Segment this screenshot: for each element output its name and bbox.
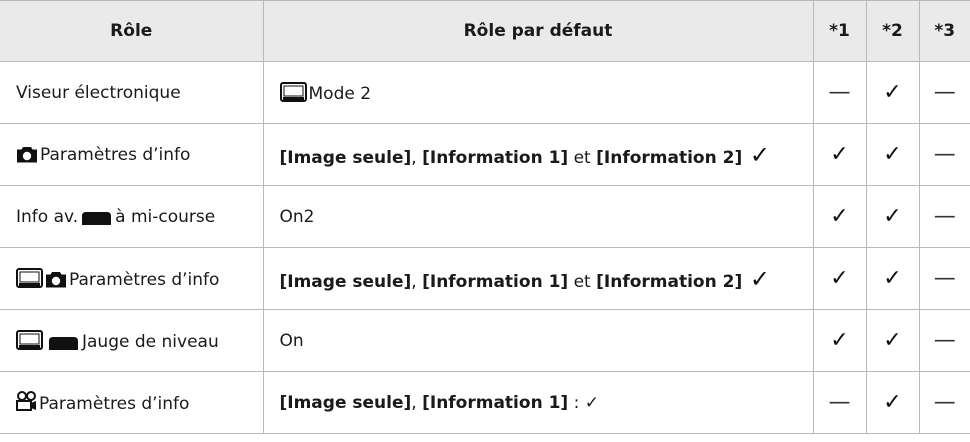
evf-monitor-icon: [280, 82, 307, 102]
option-information-1: [Information 1]: [422, 147, 569, 168]
camera-icon: [45, 271, 67, 288]
separator-check: : ✓: [568, 392, 599, 413]
role-label: Jauge de niveau: [82, 331, 219, 352]
option-image-seule: [Image seule]: [279, 147, 412, 168]
check-mark: ✓: [742, 140, 770, 169]
col3-mark: —: [918, 371, 970, 434]
col2-mark: ✓: [865, 247, 919, 310]
col3-mark: —: [918, 185, 970, 248]
option-information-2: [Information 2]: [596, 271, 743, 292]
col2-mark: ✓: [865, 61, 919, 124]
option-information-2: [Information 2]: [596, 147, 743, 168]
table-row: Paramètres d’info [Image seule], [Inform…: [0, 123, 970, 186]
role-cell: Paramètres d’info: [0, 123, 263, 186]
col1-mark: ✓: [812, 123, 866, 186]
col3-mark: —: [918, 247, 970, 310]
evf-monitor-icon: [16, 330, 43, 350]
option-information-1: [Information 1]: [422, 271, 569, 292]
col1-mark: —: [812, 371, 866, 434]
role-label: Paramètres d’info: [39, 394, 190, 414]
shutter-button-icon: [49, 337, 78, 350]
default-value: On2: [279, 206, 315, 227]
header-col-3: *3: [918, 0, 970, 62]
default-cell: On: [262, 309, 813, 372]
separator: ,: [411, 271, 423, 292]
default-cell: [Image seule], [Information 1] et [Infor…: [262, 247, 813, 310]
col2-mark: ✓: [865, 371, 919, 434]
header-col-2: *2: [865, 0, 919, 62]
col2-mark: ✓: [865, 309, 919, 372]
header-role: Rôle: [0, 0, 263, 62]
separator: ,: [411, 392, 423, 413]
role-label: Viseur électronique: [16, 82, 181, 103]
col1-mark: ✓: [812, 247, 866, 310]
roles-table: Rôle Rôle par défaut *1 *2 *3 Viseur éle…: [0, 0, 970, 434]
col3-mark: —: [918, 123, 970, 186]
col3-mark: —: [918, 61, 970, 124]
role-cell: Info av. à mi-course: [0, 185, 263, 248]
default-cell: On2: [262, 185, 813, 248]
option-image-seule: [Image seule]: [279, 392, 412, 413]
option-image-seule: [Image seule]: [279, 271, 412, 292]
table-row: Info av. à mi-course On2 ✓ ✓ —: [0, 185, 970, 248]
shutter-button-icon: [82, 212, 111, 225]
separator: ,: [411, 147, 423, 168]
col2-mark: ✓: [865, 123, 919, 186]
separator: et: [568, 271, 597, 292]
header-default-role: Rôle par défaut: [262, 0, 813, 62]
col1-mark: ✓: [812, 185, 866, 248]
table-header-row: Rôle Rôle par défaut *1 *2 *3: [0, 0, 970, 62]
col2-mark: ✓: [865, 185, 919, 248]
default-cell: [Image seule], [Information 1] et [Infor…: [262, 123, 813, 186]
default-cell: Mode 2: [262, 61, 813, 124]
default-cell: [Image seule], [Information 1] : ✓: [262, 371, 813, 434]
table-row: Paramètres d’info [Image seule], [Inform…: [0, 247, 970, 310]
role-cell: Jauge de niveau: [0, 309, 263, 372]
table-row: Paramètres d’info [Image seule], [Inform…: [0, 371, 970, 434]
role-cell: Paramètres d’info: [0, 371, 263, 434]
role-label: Paramètres d’info: [69, 269, 220, 290]
separator: et: [568, 147, 597, 168]
role-cell: Viseur électronique: [0, 61, 263, 124]
role-label: à mi-course: [115, 206, 216, 227]
evf-monitor-icon: [16, 268, 43, 288]
col3-mark: —: [918, 309, 970, 372]
role-label: Paramètres d’info: [40, 144, 191, 165]
header-col-1: *1: [812, 0, 866, 62]
movie-camera-icon: [16, 391, 37, 412]
option-information-1: [Information 1]: [422, 392, 569, 413]
col1-mark: ✓: [812, 309, 866, 372]
camera-icon: [16, 146, 38, 163]
table-row: Jauge de niveau On ✓ ✓ —: [0, 309, 970, 372]
default-value: On: [279, 330, 304, 351]
col1-mark: —: [812, 61, 866, 124]
role-cell: Paramètres d’info: [0, 247, 263, 310]
role-label: Info av.: [16, 206, 79, 227]
default-value: Mode 2: [308, 83, 372, 104]
table-row: Viseur électronique Mode 2 — ✓ —: [0, 61, 970, 124]
check-mark: ✓: [742, 264, 770, 293]
